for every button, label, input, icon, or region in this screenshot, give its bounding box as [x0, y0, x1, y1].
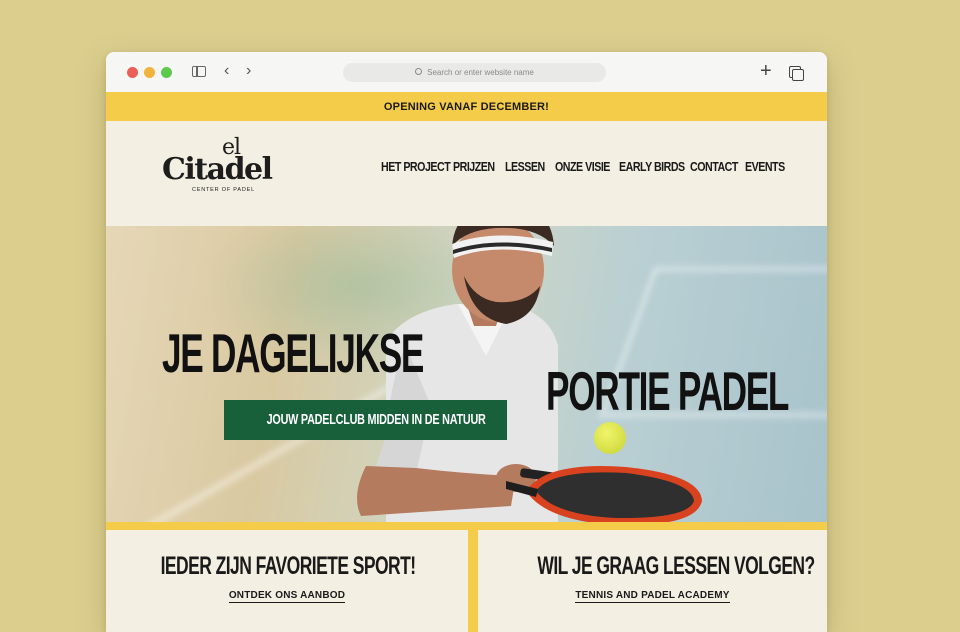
- card-title: IEDER ZIJN FAVORIETE SPORT!: [160, 552, 416, 580]
- nav-item-het-project[interactable]: HET PROJECT: [381, 159, 451, 179]
- address-bar[interactable]: Search or enter website name: [343, 63, 606, 82]
- nav-item-prijzen[interactable]: PRIJZEN: [453, 159, 496, 179]
- browser-toolbar: ‹ › Search or enter website name +: [106, 52, 827, 93]
- announcement-bar: OPENING VANAF DECEMBER!: [106, 92, 827, 121]
- nav-item-lessen[interactable]: LESSEN: [505, 159, 546, 179]
- hero-cta-button[interactable]: JOUW PADELCLUB MIDDEN IN DE NATUUR: [224, 400, 507, 440]
- hero-title-line2: PORTIE PADEL: [546, 359, 789, 422]
- card-title: WIL JE GRAAG LESSEN VOLGEN?: [537, 552, 815, 580]
- card-link-ontdek-aanbod[interactable]: ONTDEK ONS AANBOD: [228, 590, 346, 603]
- minimize-window-icon[interactable]: [144, 67, 155, 78]
- main-nav: HET PROJECT PRIJZEN LESSEN ONZE VISIE EA…: [381, 159, 785, 179]
- site-logo[interactable]: el Citadel CENTER OF PADEL: [162, 137, 282, 197]
- section-divider: [106, 522, 827, 530]
- nav-item-early-birds[interactable]: EARLY BIRDS: [619, 159, 685, 179]
- search-icon: [415, 68, 423, 75]
- hero-title-line1: JE DAGELIJKSE: [162, 321, 424, 384]
- logo-citadel-text: Citadel: [162, 152, 273, 187]
- address-bar-placeholder: Search or enter website name: [427, 68, 534, 77]
- logo-tagline: CENTER OF PADEL: [192, 187, 255, 193]
- close-window-icon[interactable]: [127, 67, 138, 78]
- new-tab-icon[interactable]: +: [760, 60, 772, 82]
- site-header: el Citadel CENTER OF PADEL HET PROJECT P…: [106, 121, 827, 226]
- nav-item-contact[interactable]: CONTACT: [690, 159, 738, 179]
- back-arrow-icon[interactable]: ‹: [224, 62, 229, 80]
- nav-item-onze-visie[interactable]: ONZE VISIE: [555, 159, 610, 179]
- tab-overview-icon[interactable]: [789, 66, 804, 81]
- browser-window: ‹ › Search or enter website name + OPENI…: [106, 52, 827, 632]
- hero-section: JE DAGELIJKSE PORTIE PADEL JOUW PADELCLU…: [106, 226, 827, 522]
- tennis-ball-image: [594, 422, 626, 454]
- maximize-window-icon[interactable]: [161, 67, 172, 78]
- forward-arrow-icon[interactable]: ›: [246, 62, 251, 80]
- card-link-academy[interactable]: TENNIS AND PADEL ACADEMY: [575, 590, 730, 603]
- hero-cta-label: JOUW PADELCLUB MIDDEN IN DE NATUUR: [266, 411, 486, 428]
- nav-item-events[interactable]: EVENTS: [745, 159, 785, 179]
- sidebar-toggle-icon[interactable]: [192, 66, 206, 77]
